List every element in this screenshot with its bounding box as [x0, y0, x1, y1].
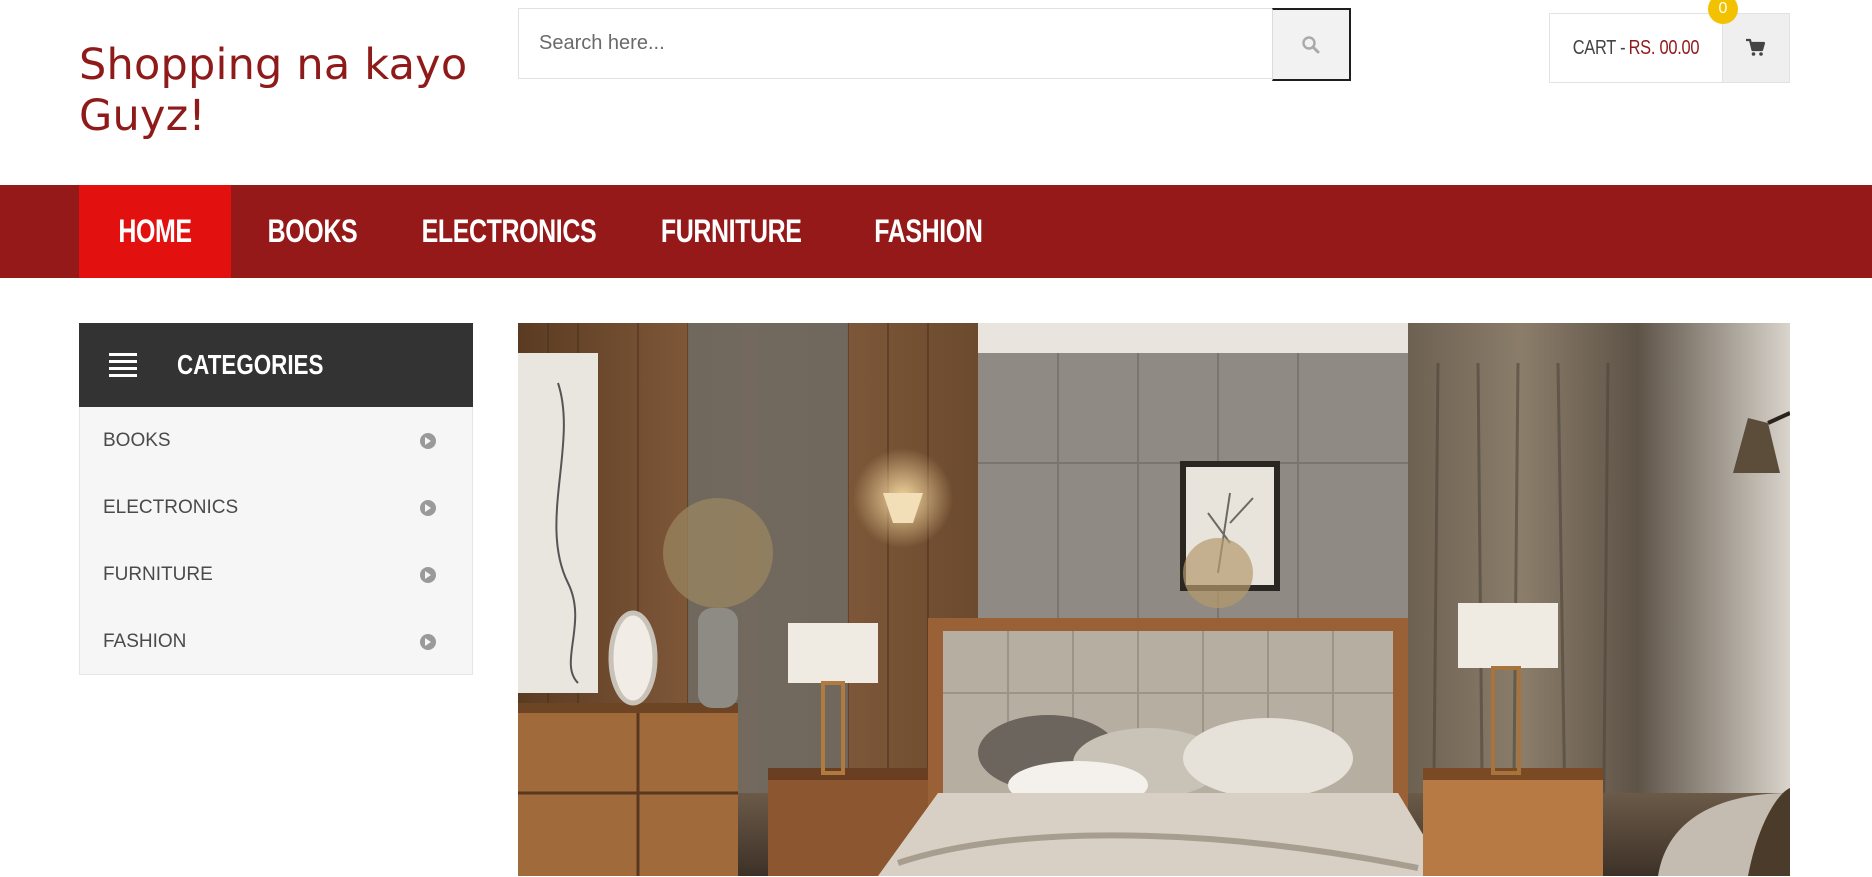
categories-panel: CATEGORIES BOOKS ELECTRONICS FURNITURE F… — [79, 323, 473, 675]
category-label: FURNITURE — [103, 563, 213, 585]
search-button[interactable] — [1272, 8, 1351, 81]
category-item-fashion[interactable]: FASHION — [80, 608, 472, 675]
nav-label: HOME — [118, 213, 192, 249]
cart-summary: CART - RS. 00.00 — [1565, 14, 1706, 82]
nav-item-electronics[interactable]: ELECTRONICS — [393, 185, 625, 278]
nav-item-home[interactable]: HOME — [79, 185, 231, 278]
search-bar — [518, 8, 1351, 81]
category-item-furniture[interactable]: FURNITURE — [80, 541, 472, 608]
nav-item-fashion[interactable]: FASHION — [837, 185, 1019, 278]
cart-icon-box[interactable] — [1722, 14, 1789, 82]
cart-icon — [1746, 38, 1766, 56]
search-icon — [1302, 35, 1320, 53]
category-item-electronics[interactable]: ELECTRONICS — [80, 474, 472, 541]
cart-label: CART - — [1572, 36, 1626, 59]
hero-banner[interactable] — [518, 323, 1790, 876]
arrow-circle-right-icon — [420, 633, 436, 650]
category-item-books[interactable]: BOOKS — [80, 407, 472, 474]
categories-title: CATEGORIES — [177, 349, 324, 380]
nav-item-furniture[interactable]: FURNITURE — [625, 185, 837, 278]
site-header: Shopping na kayo Guyz! CART - RS. 00.00 … — [0, 0, 1872, 185]
category-label: FASHION — [103, 630, 187, 652]
category-label: BOOKS — [103, 429, 171, 451]
arrow-circle-right-icon — [420, 432, 436, 449]
category-label: ELECTRONICS — [103, 496, 239, 518]
bedroom-photo — [518, 323, 1790, 876]
main-nav: HOME BOOKS ELECTRONICS FURNITURE FASHION — [0, 185, 1872, 278]
cart-button[interactable]: CART - RS. 00.00 — [1549, 13, 1790, 83]
nav-label: ELECTRONICS — [421, 213, 597, 249]
cart-amount: RS. 00.00 — [1628, 36, 1700, 59]
nav-item-books[interactable]: BOOKS — [231, 185, 393, 278]
nav-label: BOOKS — [267, 213, 357, 249]
categories-list: BOOKS ELECTRONICS FURNITURE FASHION — [79, 407, 473, 675]
nav-label: FURNITURE — [660, 213, 802, 249]
nav-label: FASHION — [873, 213, 983, 249]
categories-header[interactable]: CATEGORIES — [79, 323, 473, 407]
search-input[interactable] — [519, 9, 1272, 78]
arrow-circle-right-icon — [420, 499, 436, 516]
menu-icon — [109, 353, 137, 377]
arrow-circle-right-icon — [420, 566, 436, 583]
site-title[interactable]: Shopping na kayo Guyz! — [79, 40, 479, 142]
